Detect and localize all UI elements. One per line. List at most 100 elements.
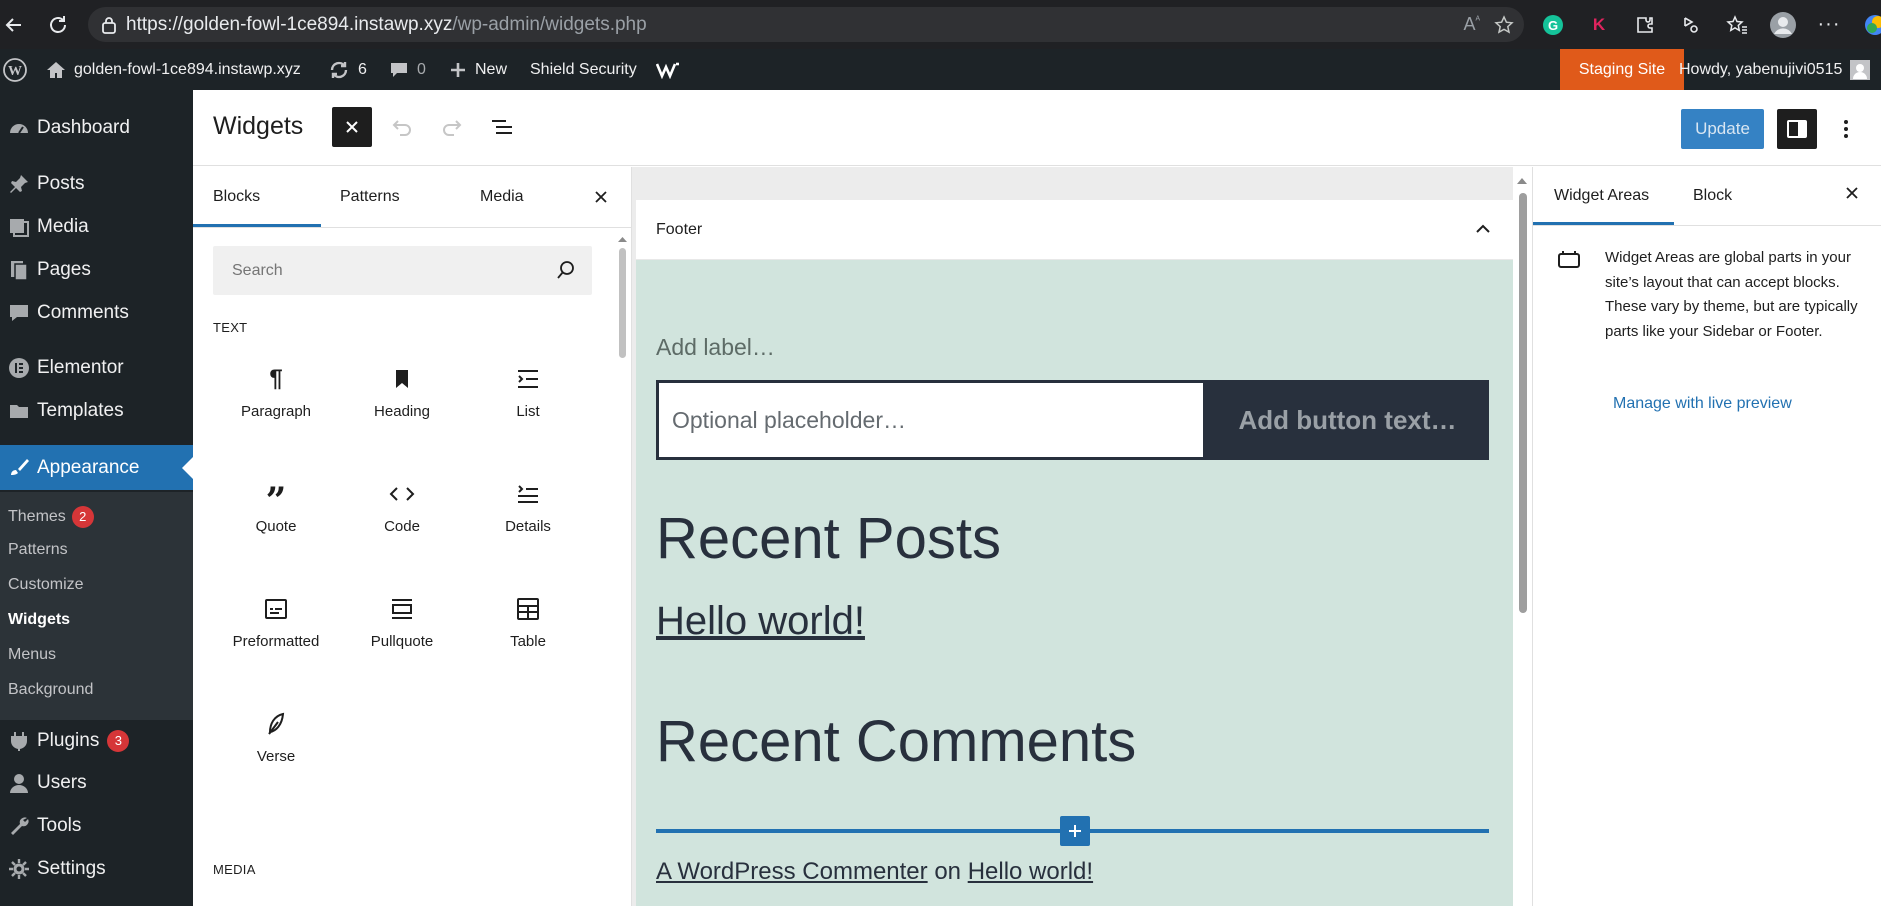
sidebar-item-tools[interactable]: Tools <box>0 805 193 847</box>
sidebar-item-posts[interactable]: Posts <box>0 163 193 205</box>
sidebar-item-plugins[interactable]: Plugins 3 <box>0 720 193 762</box>
submenu-item-widgets[interactable]: Widgets <box>8 611 70 629</box>
profile-avatar-icon[interactable] <box>1765 7 1801 43</box>
staging-site-badge[interactable]: Staging Site <box>1560 49 1684 90</box>
close-settings-button[interactable] <box>1845 186 1859 200</box>
back-icon[interactable] <box>0 0 28 49</box>
chevron-up-icon[interactable] <box>1472 218 1494 240</box>
settings-toggle-button[interactable] <box>1777 109 1817 149</box>
shield-security-link[interactable]: Shield Security <box>530 49 637 90</box>
close-icon <box>594 190 608 204</box>
widget-area-content: Add label… Optional placeholder… Add but… <box>636 260 1514 906</box>
close-inserter-button[interactable] <box>332 107 372 147</box>
options-menu-button[interactable] <box>1826 109 1866 149</box>
themes-update-badge: 2 <box>71 506 94 528</box>
submenu-item-patterns[interactable]: Patterns <box>8 541 68 559</box>
submenu-item-menus[interactable]: Menus <box>8 646 56 664</box>
appearance-submenu: Themes 2 Patterns Customize Widgets Menus… <box>0 492 193 720</box>
new-content-link[interactable]: New <box>449 49 507 90</box>
block-search-input[interactable]: Search <box>213 246 592 295</box>
wordpress-logo-icon[interactable]: W <box>0 49 30 90</box>
close-inserter-tab-button[interactable] <box>594 167 608 227</box>
updates-link[interactable]: 6 <box>328 49 367 90</box>
sidebar-item-media[interactable]: Media <box>0 206 193 248</box>
block-verse[interactable]: Verse <box>213 692 339 788</box>
undo-button[interactable] <box>382 107 422 147</box>
recent-comments-heading[interactable]: Recent Comments <box>656 708 1136 775</box>
sidebar-item-users[interactable]: Users <box>0 762 193 804</box>
recent-post-link[interactable]: Hello world! <box>656 599 865 644</box>
media-control-icon[interactable] <box>1673 7 1709 43</box>
comments-link[interactable]: 0 <box>389 49 426 90</box>
submenu-item-themes[interactable]: Themes 2 <box>8 506 94 528</box>
manage-live-preview-link[interactable]: Manage with live preview <box>1613 395 1792 413</box>
feather-icon <box>266 712 286 736</box>
block-preformatted[interactable]: Preformatted <box>213 577 339 673</box>
sidebar-label: Posts <box>37 173 85 194</box>
preformatted-icon <box>264 597 288 621</box>
canvas-scrollbar[interactable] <box>1513 167 1532 906</box>
shield-security-label: Shield Security <box>530 60 637 78</box>
search-widget-block[interactable]: Optional placeholder… Add button text… <box>656 380 1489 460</box>
widget-area-header[interactable]: Footer <box>636 200 1514 260</box>
sidebar-item-settings[interactable]: Settings <box>0 848 193 890</box>
tab-block[interactable]: Block <box>1693 167 1732 224</box>
user-avatar-icon <box>1850 59 1871 80</box>
block-label: Verse <box>256 748 296 765</box>
list-view-icon <box>490 118 514 136</box>
search-widget-input[interactable]: Optional placeholder… <box>656 380 1206 460</box>
copilot-icon[interactable] <box>1857 7 1881 43</box>
comment-post-link[interactable]: Hello world! <box>968 858 1093 885</box>
redo-button[interactable] <box>432 107 472 147</box>
read-aloud-icon[interactable]: Aᴬ <box>1463 14 1480 35</box>
block-heading[interactable]: Heading <box>339 347 465 443</box>
more-menu-icon[interactable]: ··· <box>1811 7 1847 43</box>
inserter-scrollbar[interactable] <box>617 234 628 906</box>
submenu-item-customize[interactable]: Customize <box>8 576 84 594</box>
site-name-link[interactable]: golden-fowl-1ce894.instawp.xyz <box>46 49 301 90</box>
tab-patterns[interactable]: Patterns <box>340 167 400 227</box>
block-pullquote[interactable]: Pullquote <box>339 577 465 673</box>
recent-posts-heading[interactable]: Recent Posts <box>656 505 1001 572</box>
sidebar-item-templates[interactable]: Templates <box>0 390 193 432</box>
block-list[interactable]: List <box>465 347 591 443</box>
grammarly-icon[interactable]: G <box>1535 7 1571 43</box>
list-view-button[interactable] <box>482 107 522 147</box>
extensions-icon[interactable] <box>1627 7 1663 43</box>
page-title: Widgets <box>213 112 304 140</box>
sidebar-item-appearance[interactable]: Appearance <box>0 445 193 490</box>
new-label: New <box>475 60 508 78</box>
search-widget-button[interactable]: Add button text… <box>1206 380 1489 460</box>
block-quote[interactable]: ” Quote <box>213 462 339 558</box>
tab-blocks[interactable]: Blocks <box>213 167 260 227</box>
sidebar-item-pages[interactable]: Pages <box>0 249 193 291</box>
tab-media[interactable]: Media <box>480 167 524 227</box>
sidebar-item-comments[interactable]: Comments <box>0 292 193 334</box>
sidebar-item-elementor[interactable]: Elementor <box>0 347 193 389</box>
reload-icon[interactable] <box>38 0 78 49</box>
address-bar[interactable]: https://golden-fowl-1ce894.instawp.xyz/w… <box>88 7 1524 42</box>
block-details[interactable]: Details <box>465 462 591 558</box>
block-paragraph[interactable]: ¶ Paragraph <box>213 347 339 443</box>
submenu-label: Widgets <box>8 611 71 628</box>
code-icon <box>389 482 415 506</box>
site-name-label: golden-fowl-1ce894.instawp.xyz <box>74 60 301 78</box>
search-label-placeholder[interactable]: Add label… <box>656 334 775 361</box>
block-table[interactable]: Table <box>465 577 591 673</box>
favorite-star-icon[interactable] <box>1494 14 1514 35</box>
webflow-w-icon[interactable] <box>656 49 682 90</box>
howdy-account-link[interactable]: Howdy, yabenujivi0515 <box>1679 49 1871 90</box>
divider <box>1533 225 1881 226</box>
comment-author-link[interactable]: A WordPress Commenter <box>656 858 928 885</box>
block-label: Heading <box>374 403 430 420</box>
block-code[interactable]: Code <box>339 462 465 558</box>
add-block-button[interactable] <box>1060 816 1090 846</box>
paintbrush-icon <box>0 457 37 479</box>
submenu-item-background[interactable]: Background <box>8 681 93 699</box>
search-icon <box>556 260 576 280</box>
k-extension-icon[interactable]: K <box>1581 7 1617 43</box>
sidebar-item-dashboard[interactable]: Dashboard <box>0 107 193 149</box>
tab-widget-areas[interactable]: Widget Areas <box>1554 167 1649 224</box>
favorites-icon[interactable] <box>1719 7 1755 43</box>
update-button[interactable]: Update <box>1681 109 1764 149</box>
